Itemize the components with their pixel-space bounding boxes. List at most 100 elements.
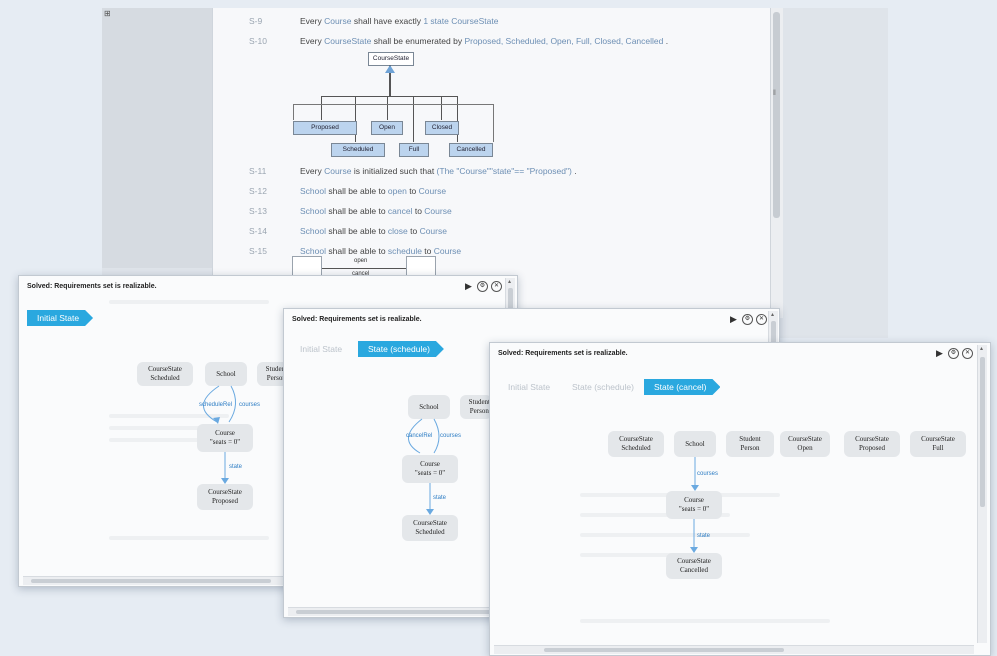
solver-status: Solved: Requirements set is realizable.	[498, 350, 628, 357]
window-controls: ▶ ⚙ ✕	[463, 279, 502, 293]
close-icon[interactable]: ✕	[962, 347, 973, 359]
requirement-number: S-10	[249, 36, 267, 46]
scroll-thumb[interactable]	[544, 648, 784, 652]
requirement-keyword: Course	[324, 16, 352, 26]
panel-corner-mark: ⊞	[104, 9, 111, 18]
requirement-fragment: shall be able to	[326, 246, 388, 256]
crumb-state-cancel[interactable]: State (cancel)	[644, 379, 720, 395]
edge-label: state	[697, 533, 711, 539]
requirement-text: School shall be able to cancel to Course	[300, 206, 452, 216]
requirement-fragment: shall be enumerated by	[371, 36, 465, 46]
edge-label: state	[433, 495, 447, 501]
requirement-keyword: Course	[433, 246, 462, 256]
close-icon[interactable]: ✕	[756, 313, 767, 325]
scroll-thumb[interactable]	[31, 579, 271, 583]
node-coursestate-scheduled: CourseState Scheduled	[137, 362, 193, 386]
uml-subclass-cancelled: Cancelled	[449, 143, 493, 157]
uml-link	[387, 96, 388, 120]
crumb-initial-state[interactable]: Initial State	[508, 379, 550, 395]
settings-icon[interactable]: ⚙	[477, 280, 488, 292]
document-scroll-thumb[interactable]	[773, 12, 780, 218]
node-coursestate-scheduled: CourseState Scheduled	[402, 515, 458, 541]
requirement-fragment: shall be able to	[326, 226, 388, 236]
requirement-number: S-14	[249, 226, 267, 236]
play-icon[interactable]: ▶	[934, 348, 945, 359]
requirement-keyword: School	[300, 206, 326, 216]
scroll-up-arrow[interactable]: ▴	[508, 278, 511, 285]
play-icon[interactable]: ▶	[463, 281, 474, 292]
node-course: Course "seats = 0"	[666, 491, 722, 519]
settings-icon[interactable]: ⚙	[948, 347, 959, 359]
document-scrollbar[interactable]: ‖	[770, 8, 783, 318]
requirement-keyword: 1 state CourseState	[423, 16, 499, 26]
requirement-keyword: School	[300, 226, 326, 236]
requirement-keyword: Course	[424, 206, 452, 216]
uml-generalization-arrow	[385, 65, 395, 73]
node-course: Course "seats = 0"	[402, 455, 458, 483]
node-student-person: Student Person	[460, 395, 492, 419]
solver-status: Solved: Requirements set is realizable.	[27, 283, 157, 290]
uml-link	[321, 96, 322, 120]
crumb-initial-state[interactable]: Initial State	[300, 341, 342, 357]
requirement-keyword: Course	[324, 166, 352, 176]
node-coursestate-proposed: CourseState Proposed	[844, 431, 900, 457]
requirement-keyword: (The "Course""state"== "Proposed")	[436, 166, 572, 176]
edge-label: courses	[697, 471, 719, 477]
uml-subclass-proposed: Proposed	[293, 121, 357, 135]
uml-parent-class: CourseState	[368, 52, 414, 66]
requirement-fragment: is initialized such that	[351, 166, 437, 176]
requirement-fragment: Every	[300, 166, 325, 176]
transition-line	[322, 268, 406, 269]
uml-link	[355, 96, 356, 142]
crumb-state-schedule[interactable]: State (schedule)	[572, 379, 634, 395]
vertical-scrollbar[interactable]: ▴	[977, 345, 987, 643]
node-school: School	[408, 395, 450, 419]
node-coursestate-open: CourseState Open	[780, 431, 830, 457]
requirement-keyword: School	[300, 186, 326, 196]
requirement-fragment: shall be able to	[326, 186, 388, 196]
state-box	[406, 256, 436, 276]
settings-icon[interactable]: ⚙	[742, 313, 753, 325]
uml-subclass-scheduled: Scheduled	[331, 143, 385, 157]
requirement-keyword: schedule	[387, 246, 422, 256]
faded-text	[109, 300, 269, 304]
scroll-up-arrow[interactable]: ▴	[980, 345, 983, 352]
scroll-up-arrow[interactable]: ▴	[771, 311, 774, 318]
scroll-thumb[interactable]	[980, 357, 985, 507]
requirement-keyword: close	[387, 226, 408, 236]
transition-label-open: open	[354, 258, 368, 264]
solver-window-cancel[interactable]: Solved: Requirements set is realizable. …	[489, 342, 991, 656]
node-coursestate-full: CourseState Full	[910, 431, 966, 457]
node-course: Course "seats = 0"	[197, 424, 253, 452]
requirement-text: Every Course is initialized such that (T…	[300, 166, 577, 176]
requirement-number: S-15	[249, 246, 267, 256]
horizontal-scrollbar[interactable]	[494, 645, 974, 654]
requirement-keyword: Course	[418, 186, 447, 196]
requirement-keyword: open	[387, 186, 407, 196]
faded-text	[109, 414, 229, 418]
crumb-state-schedule[interactable]: State (schedule)	[358, 341, 444, 357]
window-controls: ▶ ⚙ ✕	[728, 312, 767, 326]
uml-link	[441, 96, 442, 120]
uml-subclass-full: Full	[399, 143, 429, 157]
edge-label: state	[229, 464, 243, 470]
requirement-keyword: cancel	[387, 206, 413, 216]
uml-subclass-open: Open	[371, 121, 403, 135]
requirement-keyword: CourseState	[324, 36, 372, 46]
node-coursestate-proposed: CourseState Proposed	[197, 484, 253, 510]
state-breadcrumb: Initial State State (schedule) State (ca…	[498, 379, 818, 395]
requirement-number: S-11	[249, 166, 267, 176]
requirement-fragment: Every	[300, 16, 325, 26]
uml-link	[457, 96, 458, 142]
node-school: School	[674, 431, 716, 457]
uml-link	[293, 104, 294, 120]
requirement-fragment: Every	[300, 36, 325, 46]
requirement-fragment: shall have exactly	[351, 16, 424, 26]
window-controls: ▶ ⚙ ✕	[934, 346, 973, 360]
play-icon[interactable]: ▶	[728, 314, 739, 325]
scroll-marker: ‖	[773, 90, 776, 97]
edge-label: cancelRel	[406, 433, 433, 439]
crumb-initial-state[interactable]: Initial State	[27, 310, 93, 326]
requirement-text: School shall be able to close to Course	[300, 226, 447, 236]
close-icon[interactable]: ✕	[491, 280, 502, 292]
